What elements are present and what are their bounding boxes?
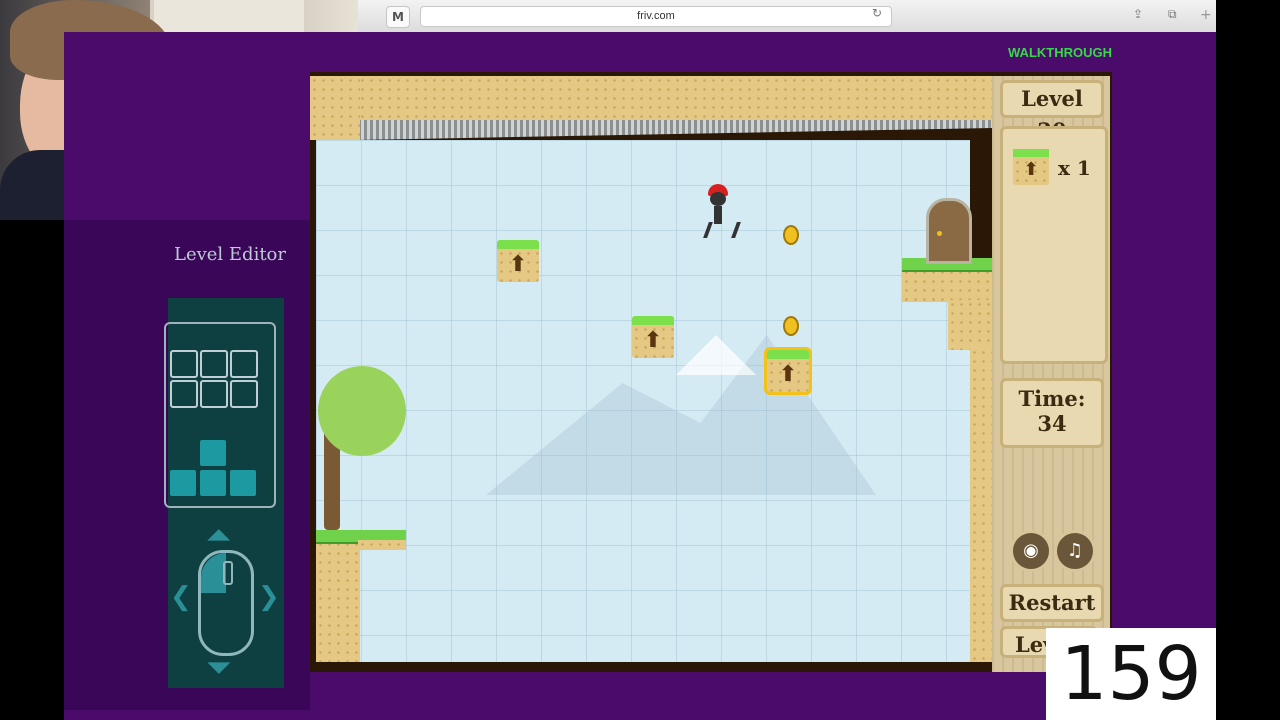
block-grass	[767, 350, 809, 359]
block-grass	[632, 316, 674, 325]
inventory-count: x 1	[1058, 156, 1091, 180]
exit-door[interactable]	[926, 198, 972, 264]
timer-label: Time:	[1018, 386, 1086, 411]
playfield[interactable]	[316, 140, 970, 662]
arrow-right-icon: ❯	[258, 582, 280, 612]
level-editor-title: Level Editor	[174, 244, 286, 265]
left-ledge	[358, 540, 406, 550]
left-wall	[310, 76, 360, 140]
tile-fill	[200, 470, 226, 496]
up-arrow-icon: ⬆	[1023, 159, 1039, 180]
reload-icon[interactable]: ↻	[872, 6, 882, 20]
tile-fill	[230, 470, 256, 496]
right-ledge	[902, 268, 992, 302]
level-indicator: Level 20	[1000, 80, 1104, 143]
tile-cell[interactable]	[200, 350, 228, 378]
player-character	[703, 184, 741, 240]
door-knob	[937, 231, 942, 236]
new-tab-icon[interactable]: +	[1200, 7, 1212, 23]
tile-cell[interactable]	[230, 350, 258, 378]
restart-button[interactable]: Restart	[1000, 584, 1104, 622]
tile-cell[interactable]	[230, 380, 258, 408]
sound-toggle-icon[interactable]: ◉	[1010, 530, 1052, 572]
left-ground	[316, 540, 360, 662]
spring-block[interactable]: ⬆	[632, 316, 674, 358]
inventory-spring-block-icon[interactable]: ⬆	[1013, 149, 1049, 185]
share-icon[interactable]: ⇪	[1133, 7, 1143, 21]
browser-menu-button[interactable]: M	[386, 6, 410, 28]
tabs-icon[interactable]: ⧉	[1168, 7, 1177, 22]
ceiling-ground	[358, 76, 992, 120]
tile-fill	[200, 440, 226, 466]
mouse-icon	[198, 550, 254, 656]
placed-spring-block[interactable]: ⬆	[764, 347, 812, 395]
right-column	[970, 348, 992, 662]
block-grass	[497, 240, 539, 249]
tile-cell[interactable]	[200, 380, 228, 408]
snow-cap	[676, 335, 756, 375]
block-grass	[1013, 149, 1049, 157]
tile-fill	[170, 470, 196, 496]
player-legs	[703, 222, 741, 238]
frame-counter-overlay: 159	[1046, 628, 1216, 720]
right-wall	[948, 300, 992, 350]
coin	[783, 225, 799, 245]
up-arrow-icon: ⬆	[778, 362, 798, 387]
tree-canopy	[318, 366, 406, 456]
mouse-wheel	[223, 561, 233, 585]
browser-toolbar: M friv.com ↻ ⇪ ⧉ +	[358, 0, 1216, 33]
arrow-left-icon: ❮	[170, 582, 192, 612]
spring-block[interactable]: ⬆	[497, 240, 539, 282]
address-bar[interactable]: friv.com	[420, 6, 892, 27]
tile-cell[interactable]	[170, 380, 198, 408]
tile-cell[interactable]	[170, 350, 198, 378]
player-head	[710, 192, 726, 206]
music-toggle-icon[interactable]: ♫	[1054, 530, 1096, 572]
up-arrow-icon: ⬆	[508, 252, 528, 277]
mountain-sketch	[486, 335, 876, 495]
up-arrow-icon: ⬆	[643, 328, 663, 353]
walkthrough-link[interactable]: WALKTHROUGH	[1008, 45, 1112, 60]
coin	[783, 316, 799, 336]
timer-value: 34	[1037, 411, 1067, 436]
